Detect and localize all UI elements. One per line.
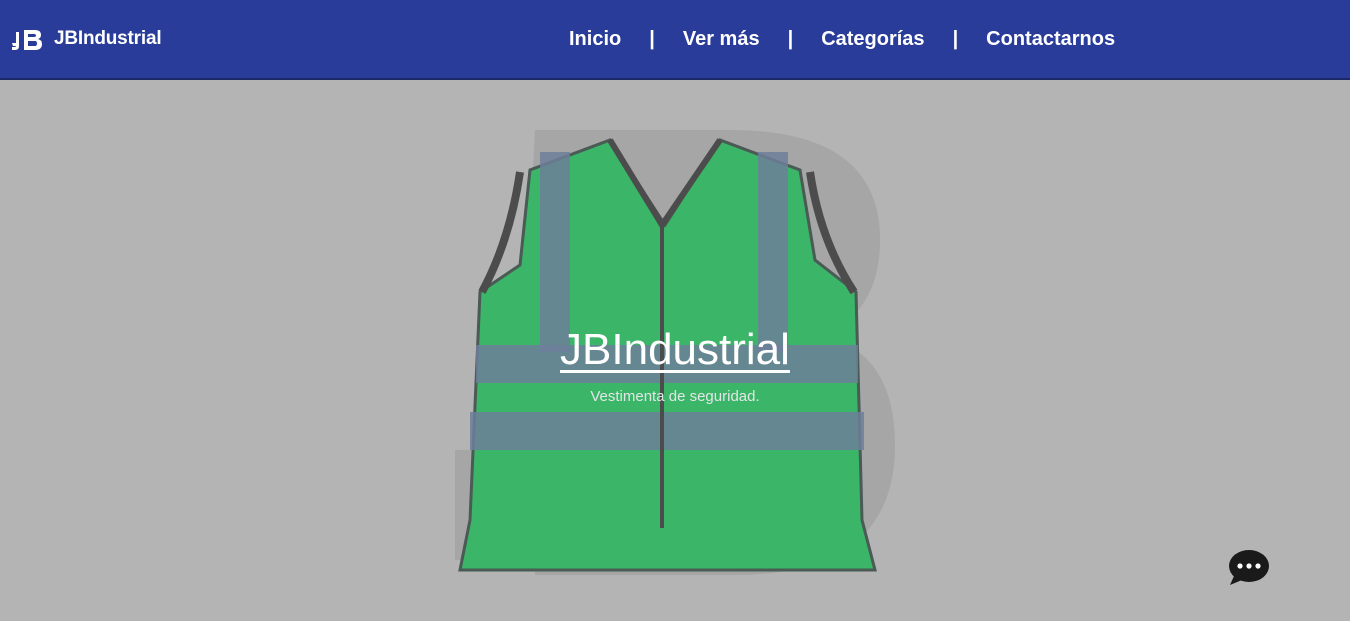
nav-separator: |: [649, 27, 655, 50]
nav-link-inicio[interactable]: Inicio: [569, 28, 621, 51]
hero-subtitle: Vestimenta de seguridad.: [590, 388, 760, 405]
hero-section: JBIndustrial Vestimenta de seguridad.: [0, 82, 1350, 621]
brand-link[interactable]: JBIndustrial: [10, 24, 162, 54]
nav-link-categorias[interactable]: Categorías: [821, 28, 924, 51]
top-navbar: JBIndustrial Inicio | Ver más | Categorí…: [0, 0, 1350, 80]
chat-bubble-icon: [1229, 550, 1269, 585]
hero-title[interactable]: JBIndustrial: [0, 325, 1350, 375]
nav-separator: |: [787, 27, 794, 50]
nav-link-contactarnos[interactable]: Contactarnos: [986, 28, 1115, 51]
main-nav: Inicio | Ver más | Categorías | Contacta…: [569, 26, 1115, 52]
jb-logo-icon: [12, 30, 42, 50]
brand-name: JBIndustrial: [54, 28, 162, 49]
nav-separator: |: [952, 27, 959, 50]
nav-link-ver-mas[interactable]: Ver más: [683, 28, 760, 51]
chat-button[interactable]: [1226, 548, 1272, 588]
